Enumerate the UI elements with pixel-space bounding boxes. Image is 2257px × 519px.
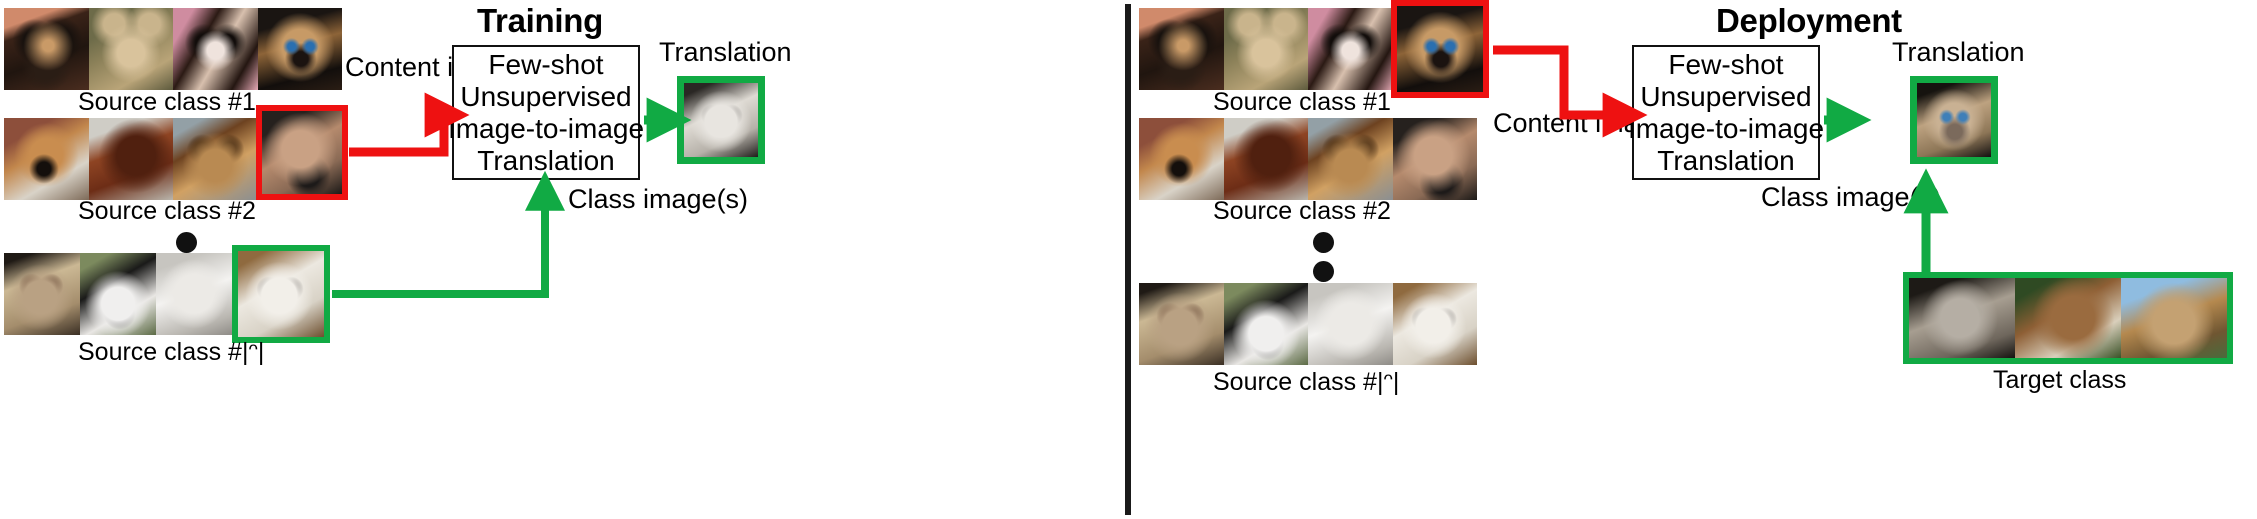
content-label-line1: Content: [1493, 108, 1588, 138]
source-class-1-caption: Source class #1: [78, 88, 256, 116]
class-image-selected-training[interactable]: [232, 245, 330, 343]
source-image: [1392, 283, 1477, 365]
target-image: [2015, 278, 2121, 358]
class-image-label-training: Class image(s): [568, 184, 748, 214]
source-class-1-strip: [4, 8, 342, 90]
class-label-line2: image(s): [1836, 182, 1942, 212]
source-class-1-strip: [1139, 8, 1393, 90]
source-image: [1308, 283, 1393, 365]
target-class-caption: Target class: [1993, 366, 2127, 394]
source-image: [173, 118, 258, 200]
diagram-canvas: Training Source class #1 Source class #2: [0, 0, 2257, 519]
model-line-3: Image-to-image: [1627, 112, 1825, 144]
model-line-1: Few-shot: [1668, 48, 1784, 80]
source-class-S-caption: Source class #|ᵔ|: [78, 338, 265, 366]
source-image: [1139, 8, 1224, 90]
source-class-2-caption: Source class #2: [1213, 197, 1391, 225]
content-image-selected-deployment[interactable]: [1391, 0, 1489, 98]
panel-title-training: Training: [477, 2, 603, 39]
panel-title-deployment: Deployment: [1716, 2, 1902, 39]
translation-label-training: Translation: [659, 37, 792, 67]
source-image: [1223, 118, 1308, 200]
source-image: [1308, 8, 1393, 90]
class-label-line1: Class: [1761, 182, 1829, 212]
model-box-training: Few-shot Unsupervised Image-to-image Tra…: [448, 45, 644, 180]
model-box-deployment: Few-shot Unsupervised Image-to-image Tra…: [1628, 45, 1824, 180]
model-line-3: Image-to-image: [447, 112, 645, 144]
model-line-2: Unsupervised: [1640, 80, 1812, 112]
source-image: [1397, 6, 1483, 92]
translation-label-deployment: Translation: [1892, 37, 2025, 67]
translation-output-training: [677, 76, 765, 164]
source-image: [1139, 118, 1224, 200]
source-image: [156, 253, 232, 335]
source-image: [4, 8, 89, 90]
source-image: [88, 8, 173, 90]
class-label-line1: Class: [568, 184, 636, 214]
source-image: [238, 251, 324, 337]
source-class-2-strip: [1139, 118, 1477, 200]
content-image-selected-training[interactable]: [256, 105, 348, 200]
source-image: [4, 118, 89, 200]
model-line-2: Unsupervised: [460, 80, 632, 112]
source-image: [1223, 283, 1308, 365]
translation-output-deployment: [1910, 76, 1998, 164]
panel-deployment: Deployment Source class #1 Source class …: [1131, 0, 2257, 519]
source-image: [262, 111, 342, 194]
content-label-line1: Content: [345, 52, 440, 82]
content-image-label-deployment: Content image: [1493, 108, 1669, 138]
target-image: [2121, 278, 2227, 358]
target-image: [1909, 278, 2015, 358]
source-class-S-strip: [4, 253, 232, 335]
source-class-S-caption: Source class #|ᵔ|: [1213, 368, 1400, 396]
source-image: [1392, 118, 1477, 200]
source-image: [1223, 8, 1309, 90]
content-image-label-training: Content image: [345, 52, 521, 82]
source-class-1-caption: Source class #1: [1213, 88, 1391, 116]
source-image: [173, 8, 258, 90]
model-line-4: Translation: [477, 144, 615, 176]
source-image: [88, 118, 174, 200]
source-class-2-strip: [4, 118, 258, 200]
source-image: [1139, 283, 1224, 365]
model-line-4: Translation: [1657, 144, 1795, 176]
source-image: [80, 253, 156, 335]
source-class-2-caption: Source class #2: [78, 197, 256, 225]
source-image: [4, 253, 80, 335]
panel-training: Training Source class #1 Source class #2: [0, 0, 1125, 519]
model-line-1: Few-shot: [488, 48, 604, 80]
class-label-line2: image(s): [643, 184, 749, 214]
class-image-label-deployment: Class image(s): [1761, 182, 1941, 212]
source-class-S-strip: [1139, 283, 1477, 365]
target-class-strip[interactable]: [1903, 272, 2233, 364]
source-image: [1308, 118, 1393, 200]
source-image: [257, 8, 342, 90]
